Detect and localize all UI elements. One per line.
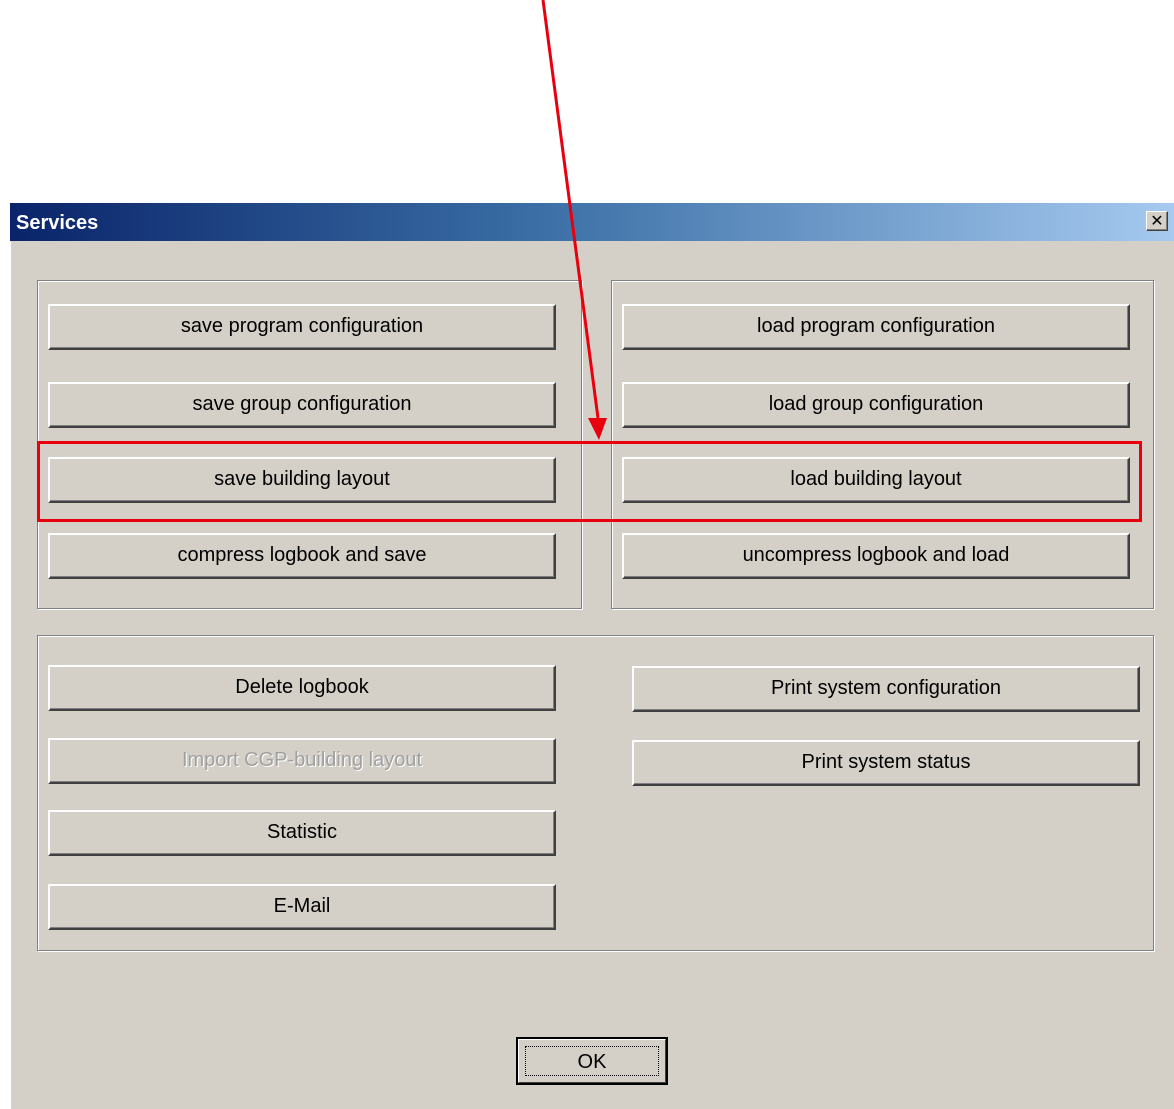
arrow-shaft [541, 0, 600, 419]
annotation-arrow [541, 0, 607, 440]
arrow-head [588, 418, 607, 440]
